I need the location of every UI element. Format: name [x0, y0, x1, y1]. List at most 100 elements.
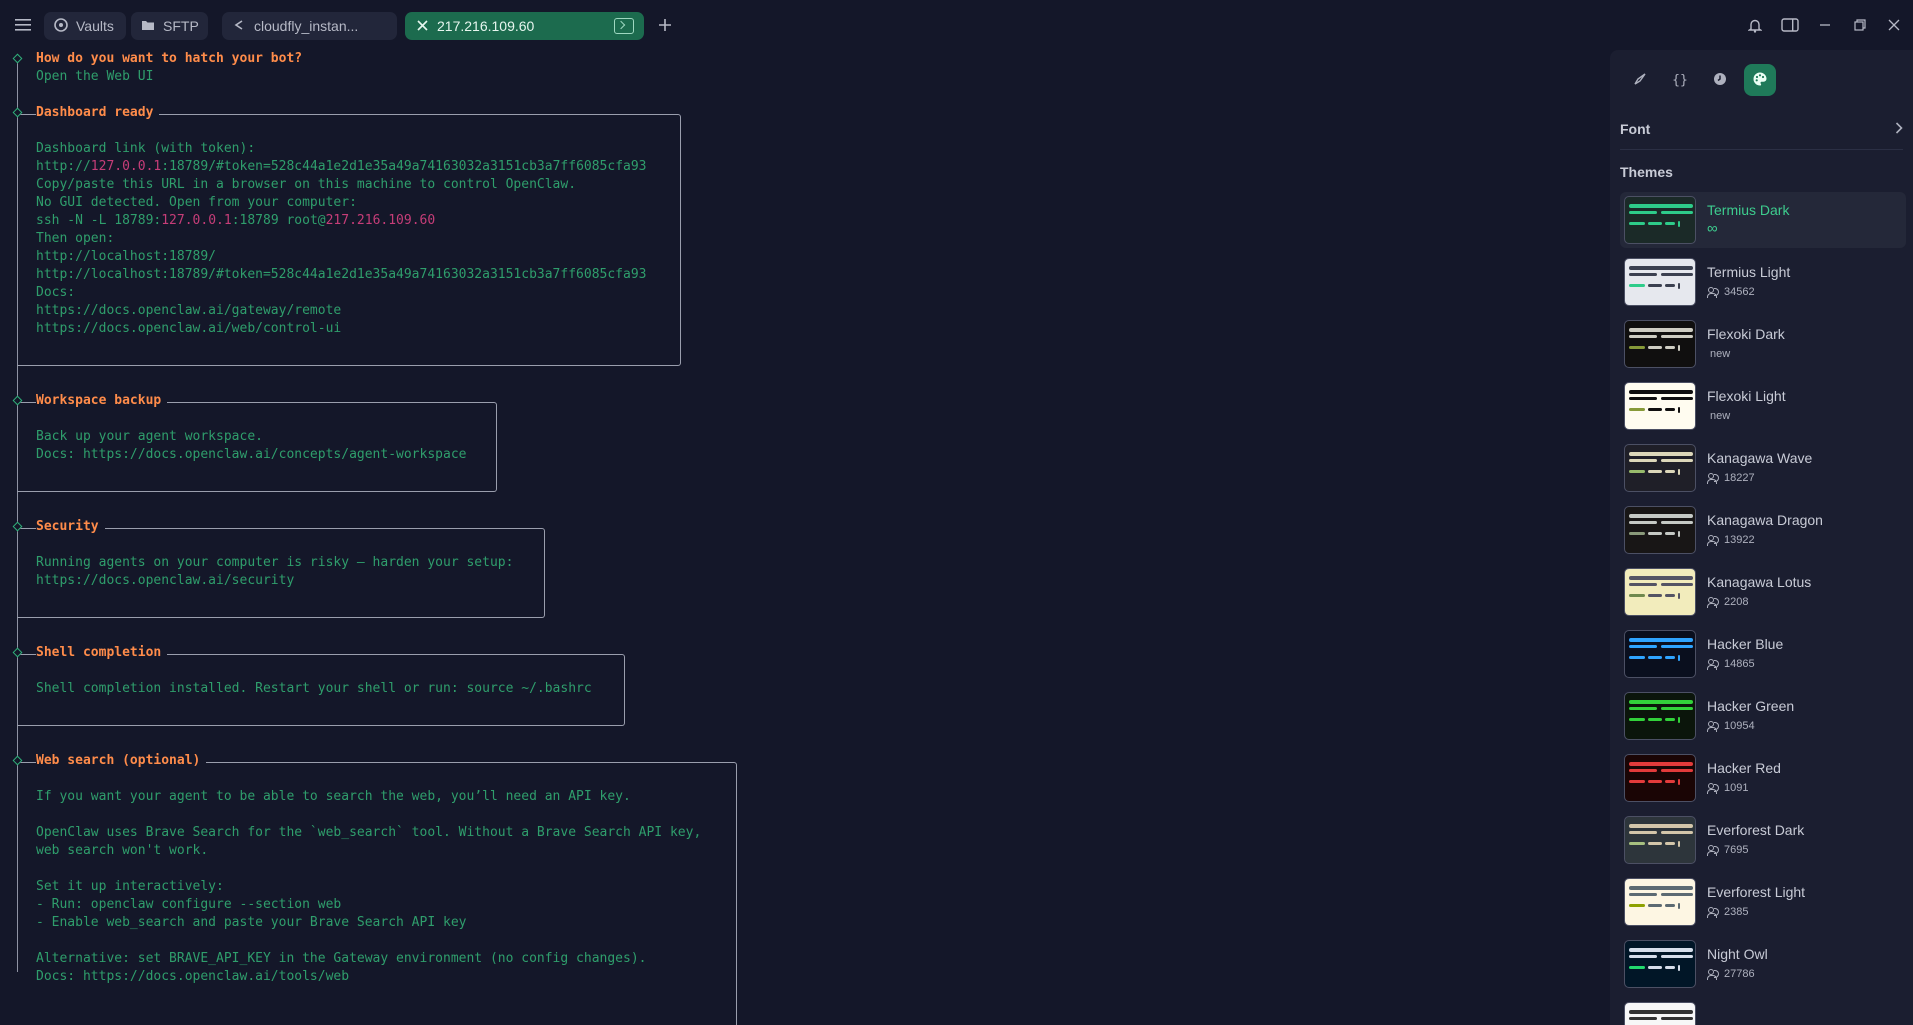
preview-line: [1629, 707, 1657, 710]
preview-line: [1629, 204, 1693, 208]
preview-line: [1629, 645, 1657, 648]
bell-icon[interactable]: [1744, 14, 1766, 36]
terminal-output[interactable]: How do you want to hatch your bot? Open …: [0, 50, 1605, 1025]
theme-item[interactable]: [1620, 998, 1906, 1025]
users-icon: [1707, 721, 1720, 732]
preview-line: [1678, 717, 1680, 723]
shell-line: Shell completion installed. Restart your…: [36, 681, 592, 696]
security-docs-link[interactable]: https://docs.openclaw.ai/security: [36, 572, 294, 590]
minimize-icon[interactable]: [1814, 14, 1836, 36]
tab-label: Vaults: [76, 18, 114, 34]
tab-vaults[interactable]: Vaults: [44, 12, 126, 40]
localhost-link[interactable]: http://localhost:18789/: [36, 248, 216, 266]
preview-line: [1629, 948, 1693, 952]
preview-line: [1629, 346, 1645, 349]
theme-meta-text: 27786: [1724, 968, 1755, 980]
localhost-token-link[interactable]: http://localhost:18789/#token=528c44a1e2…: [36, 266, 646, 284]
appearance-tab[interactable]: [1744, 64, 1776, 96]
theme-item[interactable]: Termius Light 34562: [1620, 254, 1906, 310]
prompt-question: How do you want to hatch your bot?: [36, 50, 309, 68]
docs-link[interactable]: https://docs.openclaw.ai/web/control-ui: [36, 320, 341, 338]
theme-meta: 14865: [1707, 658, 1755, 670]
theme-meta-text: 14865: [1724, 658, 1755, 670]
users-icon: [1707, 783, 1720, 794]
theme-item[interactable]: Kanagawa Wave 18227: [1620, 440, 1906, 496]
dashboard-title: Dashboard ready: [36, 104, 160, 122]
step-marker: [12, 53, 23, 64]
tab-cloudfly-instance[interactable]: cloudfly_instan...: [222, 12, 397, 40]
history-tab[interactable]: [1704, 64, 1736, 96]
theme-preview: [1624, 754, 1696, 802]
preview-line: [1629, 762, 1693, 766]
users-icon: [1707, 473, 1720, 484]
dashboard-token-link[interactable]: http://127.0.0.1:18789/#token=528c44a1e2…: [36, 158, 647, 176]
theme-item[interactable]: Kanagawa Lotus 2208: [1620, 564, 1906, 620]
rocket-icon: [1633, 72, 1647, 89]
theme-item[interactable]: Everforest Light 2385: [1620, 874, 1906, 930]
preview-line: [1629, 452, 1693, 456]
preview-line: [1648, 594, 1662, 597]
websearch-line: If you want your agent to be able to sea…: [36, 789, 631, 804]
sidebar-toggle-icon[interactable]: [1778, 14, 1802, 36]
theme-preview: [1624, 320, 1696, 368]
new-tab-button[interactable]: [654, 14, 676, 36]
theme-item[interactable]: Hacker Green 10954: [1620, 688, 1906, 744]
dashboard-line: Dashboard link (with token):: [36, 141, 256, 156]
preview-line: [1665, 284, 1675, 287]
window-close-icon[interactable]: [1883, 14, 1905, 36]
font-row[interactable]: Font: [1620, 117, 1903, 141]
theme-meta: 10954: [1707, 720, 1755, 732]
docs-link[interactable]: https://docs.openclaw.ai/gateway/remote: [36, 302, 341, 320]
menu-icon[interactable]: [12, 14, 34, 36]
preview-line: [1661, 583, 1693, 586]
preview-line: [1648, 966, 1662, 969]
preview-line: [1665, 904, 1675, 907]
workspace-docs-link[interactable]: Docs: https://docs.openclaw.ai/concepts/…: [36, 446, 466, 464]
preview-line: [1665, 718, 1675, 721]
preview-line: [1665, 222, 1675, 225]
preview-line: [1629, 273, 1657, 276]
theme-item[interactable]: Flexoki Light new: [1620, 378, 1906, 434]
font-label: Font: [1620, 121, 1651, 137]
preview-line: [1629, 769, 1657, 772]
theme-item[interactable]: Hacker Blue 14865: [1620, 626, 1906, 682]
tab-active-host[interactable]: 217.216.109.60: [405, 12, 644, 40]
theme-preview: [1624, 196, 1696, 244]
theme-item[interactable]: Flexoki Dark new: [1620, 316, 1906, 372]
snippets-tab[interactable]: [1624, 64, 1656, 96]
theme-preview: [1624, 258, 1696, 306]
preview-line: [1661, 769, 1693, 772]
clock-icon: [1713, 72, 1727, 89]
preview-line: [1629, 459, 1657, 462]
braces-icon: {}: [1672, 72, 1688, 88]
websearch-docs-link[interactable]: Docs: https://docs.openclaw.ai/tools/web: [36, 968, 349, 986]
theme-item[interactable]: Termius Dark ∞: [1620, 192, 1906, 248]
theme-preview: [1624, 506, 1696, 554]
preview-line: [1648, 780, 1662, 783]
preview-line: [1648, 718, 1662, 721]
theme-name: Flexoki Light: [1707, 388, 1786, 404]
theme-meta: 34562: [1707, 286, 1755, 298]
preview-line: [1629, 408, 1645, 411]
preview-line: [1629, 1010, 1693, 1014]
theme-item[interactable]: Everforest Dark 7695: [1620, 812, 1906, 868]
theme-item[interactable]: Kanagawa Dragon 13922: [1620, 502, 1906, 558]
restore-icon[interactable]: [1849, 14, 1871, 36]
preview-line: [1629, 638, 1693, 642]
websearch-line: - Run: openclaw configure --section web: [36, 897, 342, 912]
workspace-title: Workspace backup: [36, 392, 168, 410]
close-icon[interactable]: [415, 19, 429, 34]
ssh-command: ssh -N -L 18789:127.0.0.1:18789 root@217…: [36, 213, 436, 228]
theme-item[interactable]: Night Owl 27786: [1620, 936, 1906, 992]
websearch-title: Web search (optional): [36, 752, 207, 770]
preview-line: [1678, 965, 1680, 971]
theme-name: Hacker Green: [1707, 698, 1795, 714]
theme-meta-text: 2208: [1724, 596, 1749, 608]
theme-item[interactable]: Hacker Red 1091: [1620, 750, 1906, 806]
preview-line: [1629, 824, 1693, 828]
tab-sftp[interactable]: SFTP: [131, 12, 208, 40]
code-tab[interactable]: {}: [1664, 64, 1696, 96]
users-icon: [1707, 907, 1720, 918]
preview-line: [1661, 459, 1693, 462]
dashboard-line: Copy/paste this URL in a browser on this…: [36, 177, 577, 192]
